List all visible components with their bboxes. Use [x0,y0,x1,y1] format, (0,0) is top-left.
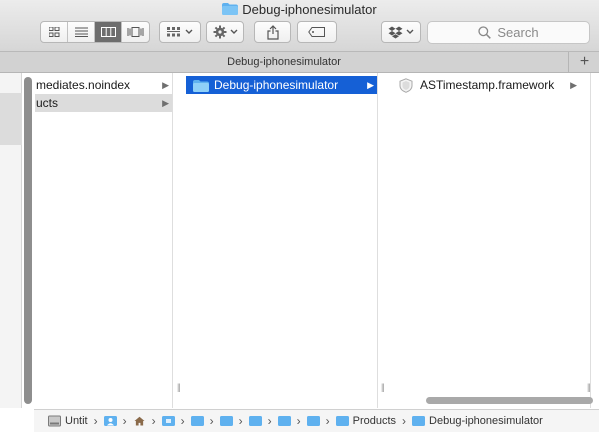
path-item-folder[interactable] [248,416,262,426]
search-field[interactable]: Search [427,21,590,44]
dropbox-icon [388,26,403,38]
chevron-right-icon: › [180,414,185,428]
folder-icon [412,416,426,426]
browser-column-1: mediates.noindex ▶ ucts ▶ || [35,73,181,408]
dropbox-button[interactable] [381,21,421,43]
path-item-home[interactable] [133,416,146,426]
home-icon [134,416,145,426]
toolbar: Debug-iphonesimulator Search [0,0,599,52]
path-item-folder[interactable] [306,416,320,426]
gear-icon [213,25,226,39]
framework-icon [399,78,413,94]
list-item-label: ucts [36,96,59,110]
chevron-right-icon: › [402,414,407,428]
tab-debug-iphonesimulator[interactable]: Debug-iphonesimulator [0,52,569,72]
chevron-right-icon: › [151,414,156,428]
grid-icon [48,27,59,37]
browser-column-3: ASTimestamp.framework ▶ || [391,73,591,408]
chevron-down-icon [406,29,414,34]
share-button[interactable] [254,21,291,43]
sidebar-selected-item[interactable] [0,93,22,145]
column-view-button[interactable] [95,22,122,42]
view-mode-segmented-control[interactable] [40,21,150,43]
list-item[interactable]: Debug-iphonesimulator ▶ [186,76,377,94]
new-tab-button[interactable]: + [570,52,599,72]
columns-icon [100,27,116,37]
horizontal-scrollbar[interactable] [426,397,593,404]
folder-icon [277,416,291,426]
search-placeholder: Search [497,25,539,40]
folder-icon [219,416,233,426]
folder-icon [193,79,209,94]
tags-button[interactable] [297,21,337,43]
browser-column-2: Debug-iphonesimulator ▶ || [186,73,385,408]
list-item[interactable]: ASTimestamp.framework ▶ [391,76,588,94]
cover-flow-view-button[interactable] [122,22,149,42]
tab-bar: Debug-iphonesimulator + [0,52,599,73]
path-current-label: Debug-iphonesimulator [429,415,543,427]
chevron-right-icon: › [267,414,272,428]
list-item[interactable]: ucts ▶ [35,94,172,112]
window-title-text: Debug-iphonesimulator [242,2,377,17]
disclosure-arrow-icon: ▶ [162,98,169,108]
chevron-down-icon [230,29,237,34]
arrange-button[interactable] [159,21,201,43]
share-icon [266,24,279,40]
folder-icon [190,416,204,426]
chevron-right-icon: › [296,414,301,428]
search-icon [478,26,492,39]
action-button[interactable] [206,21,244,43]
user-folder-icon [103,416,117,426]
chevron-down-icon [185,29,193,34]
cover-flow-icon [127,27,144,37]
window-title: Debug-iphonesimulator [0,2,599,17]
path-item-current[interactable]: Debug-iphonesimulator [412,415,543,427]
folder-icon [222,3,239,15]
path-item-user[interactable] [103,416,117,426]
sidebar [0,73,22,408]
column-resize-handle[interactable]: || [381,382,385,392]
chevron-right-icon: › [209,414,214,428]
disclosure-arrow-icon: ▶ [367,80,374,90]
sidebar-scrollbar[interactable] [24,77,32,404]
chevron-right-icon: › [238,414,243,428]
arrange-grid-icon [167,27,180,37]
chevron-right-icon: › [325,414,330,428]
list-item-label: Debug-iphonesimulator [214,78,339,92]
path-bar: Untit › › › › › › › › › Products › Debug… [34,409,599,432]
column-resize-handle[interactable]: || [587,382,591,392]
disclosure-arrow-icon: ▶ [162,80,169,90]
folder-icon [306,416,320,426]
list-icon [74,27,88,37]
icon-view-button[interactable] [41,22,68,42]
list-view-button[interactable] [68,22,95,42]
path-item-folder[interactable] [161,416,175,426]
folder-icon [161,416,175,426]
path-item-folder[interactable] [190,416,204,426]
chevron-right-icon: › [122,414,127,428]
path-item-products[interactable]: Products [335,415,397,427]
list-item-label: ASTimestamp.framework [420,78,555,92]
finder-window: Debug-iphonesimulator Search Debug-iphon… [0,0,599,432]
path-item-disk[interactable]: Untit [48,415,88,427]
folder-icon [248,416,262,426]
path-item-folder[interactable] [219,416,233,426]
path-item-folder[interactable] [277,416,291,426]
chevron-right-icon: › [93,414,98,428]
column-resize-handle[interactable]: || [177,382,181,392]
list-item[interactable]: mediates.noindex ▶ [35,76,172,94]
path-disk-label: Untit [65,415,88,427]
list-item-label: mediates.noindex [36,78,131,92]
hard-disk-icon [48,415,61,427]
disclosure-arrow-icon: ▶ [570,80,577,90]
tag-icon [308,27,325,37]
folder-icon [335,416,349,426]
path-products-label: Products [352,415,397,427]
